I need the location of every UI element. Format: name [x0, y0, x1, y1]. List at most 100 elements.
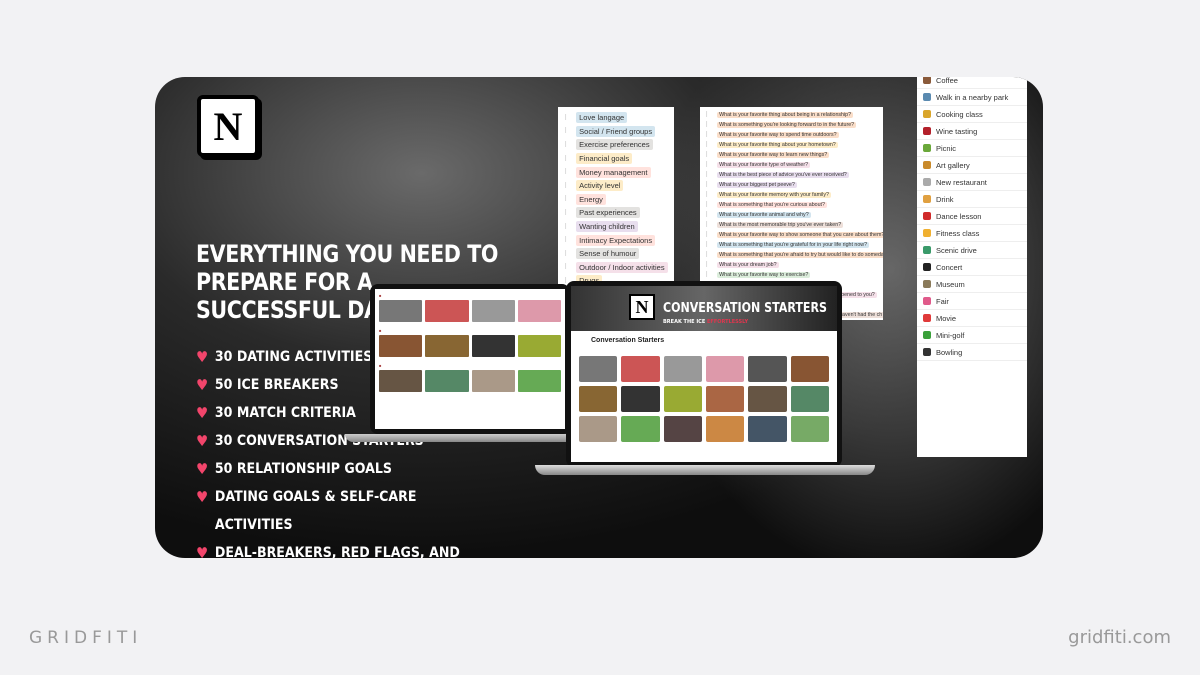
criteria-row[interactable]: ⠇ Wanting children: [564, 220, 668, 234]
criteria-row[interactable]: ⠇ Outdoor / Indoor activities: [564, 261, 668, 275]
question-row[interactable]: ⠇ What is something that you're grateful …: [705, 240, 878, 250]
drag-handle-icon[interactable]: ⠇: [705, 211, 710, 219]
drag-handle-icon[interactable]: ⠇: [705, 241, 710, 249]
drag-handle-icon[interactable]: ⠇: [564, 209, 569, 217]
question-row[interactable]: ⠇ What is your favorite animal and why?: [705, 210, 878, 220]
footer-url[interactable]: gridfiti.com: [1068, 627, 1171, 648]
card-thumbnail[interactable]: [471, 335, 515, 357]
activity-row[interactable]: Wine tasting: [917, 123, 1027, 140]
activity-row[interactable]: Scenic drive: [917, 242, 1027, 259]
drag-handle-icon[interactable]: ⠇: [705, 271, 710, 279]
drag-handle-icon[interactable]: ⠇: [705, 181, 710, 189]
drag-handle-icon[interactable]: ⠇: [705, 201, 710, 209]
question-row[interactable]: ⠇ What is something that you're curious a…: [705, 200, 878, 210]
drag-handle-icon[interactable]: ⠇: [564, 263, 569, 271]
card-thumbnail[interactable]: [621, 416, 660, 442]
card-thumbnail[interactable]: [579, 416, 618, 442]
activity-row[interactable]: Picnic: [917, 140, 1027, 157]
drag-handle-icon[interactable]: ⠇: [705, 171, 710, 179]
drag-handle-icon[interactable]: ⠇: [705, 161, 710, 169]
activity-row[interactable]: Movie: [917, 310, 1027, 327]
drag-handle-icon[interactable]: ⠇: [564, 182, 569, 190]
card-thumbnail[interactable]: [705, 356, 745, 382]
card-thumbnail[interactable]: [425, 335, 469, 357]
card-thumbnail[interactable]: [748, 386, 787, 412]
question-row[interactable]: ⠇ What is something that you're afraid to…: [705, 250, 883, 260]
question-row[interactable]: ⠇ What is your dream job?: [705, 260, 878, 270]
drag-handle-icon[interactable]: ⠇: [564, 250, 569, 258]
criteria-row[interactable]: ⠇ Past experiences: [564, 206, 668, 220]
card-thumbnail[interactable]: [517, 370, 561, 392]
drag-handle-icon[interactable]: ⠇: [564, 168, 569, 176]
question-row[interactable]: ⠇ What is your favorite memory with your …: [705, 190, 878, 200]
criteria-row[interactable]: ⠇ Sense of humour: [564, 247, 668, 261]
drag-handle-icon[interactable]: ⠇: [705, 141, 710, 149]
card-thumbnail[interactable]: [379, 370, 423, 392]
activity-row[interactable]: Cooking class: [917, 106, 1027, 123]
drag-handle-icon[interactable]: ⠇: [705, 111, 710, 119]
card-thumbnail[interactable]: [379, 300, 423, 322]
drag-handle-icon[interactable]: ⠇: [705, 261, 710, 269]
criteria-row[interactable]: ⠇ Love langage: [564, 111, 668, 125]
card-thumbnail[interactable]: [471, 370, 515, 392]
card-thumbnail[interactable]: [705, 386, 745, 412]
criteria-row[interactable]: ⠇ Intimacy Expectations: [564, 233, 668, 247]
question-row[interactable]: ⠇ What is the best piece of advice you've…: [705, 170, 878, 180]
card-thumbnail[interactable]: [379, 335, 423, 357]
question-row[interactable]: ⠇ What is your favorite thing about your …: [705, 140, 878, 150]
card-thumbnail[interactable]: [425, 370, 469, 392]
card-thumbnail[interactable]: [663, 386, 702, 412]
question-row[interactable]: ⠇ What is your favorite type of weather?: [705, 160, 878, 170]
activity-row[interactable]: Coffee: [917, 77, 1027, 89]
card-thumbnail[interactable]: [790, 416, 829, 442]
card-thumbnail[interactable]: [621, 386, 660, 412]
card-thumbnail[interactable]: [517, 335, 561, 357]
card-thumbnail[interactable]: [471, 300, 515, 322]
drag-handle-icon[interactable]: ⠇: [705, 231, 710, 239]
drag-handle-icon[interactable]: ⠇: [564, 236, 569, 244]
criteria-row[interactable]: ⠇ Social / Friend groups: [564, 125, 668, 139]
drag-handle-icon[interactable]: ⠇: [705, 251, 710, 259]
activity-row[interactable]: Drink: [917, 191, 1027, 208]
question-row[interactable]: ⠇ What is your favorite way to exercise?: [705, 270, 878, 280]
drag-handle-icon[interactable]: ⠇: [705, 121, 710, 129]
drag-handle-icon[interactable]: ⠇: [564, 155, 569, 163]
card-thumbnail[interactable]: [517, 300, 561, 322]
activity-row[interactable]: Mini-golf: [917, 327, 1027, 344]
card-thumbnail[interactable]: [705, 416, 745, 442]
drag-handle-icon[interactable]: ⠇: [705, 221, 710, 229]
card-thumbnail[interactable]: [748, 416, 787, 442]
activity-row[interactable]: New restaurant: [917, 174, 1027, 191]
drag-handle-icon[interactable]: ⠇: [564, 114, 569, 122]
criteria-row[interactable]: ⠇ Energy: [564, 193, 668, 207]
question-row[interactable]: ⠇ What is something you're looking forwar…: [705, 120, 878, 130]
question-row[interactable]: ⠇ What is your favorite way to learn new …: [705, 150, 878, 160]
question-row[interactable]: ⠇ What is your favorite way to spend time…: [705, 130, 878, 140]
criteria-row[interactable]: ⠇ Financial goals: [564, 152, 668, 166]
card-thumbnail[interactable]: [663, 356, 702, 382]
criteria-row[interactable]: ⠇ Exercise preferences: [564, 138, 668, 152]
card-thumbnail[interactable]: [790, 356, 829, 382]
card-thumbnail[interactable]: [748, 356, 787, 382]
criteria-row[interactable]: ⠇ Money management: [564, 165, 668, 179]
activity-row[interactable]: Art gallery: [917, 157, 1027, 174]
drag-handle-icon[interactable]: ⠇: [705, 151, 710, 159]
drag-handle-icon[interactable]: ⠇: [564, 141, 569, 149]
activity-row[interactable]: Museum: [917, 276, 1027, 293]
activity-row[interactable]: Fair: [917, 293, 1027, 310]
drag-handle-icon[interactable]: ⠇: [705, 131, 710, 139]
card-thumbnail[interactable]: [790, 386, 829, 412]
activity-row[interactable]: Concert: [917, 259, 1027, 276]
card-thumbnail[interactable]: [579, 356, 618, 382]
card-thumbnail[interactable]: [425, 300, 469, 322]
activity-row[interactable]: Walk in a nearby park: [917, 89, 1027, 106]
drag-handle-icon[interactable]: ⠇: [564, 195, 569, 203]
card-thumbnail[interactable]: [579, 386, 618, 412]
criteria-row[interactable]: ⠇ Activity level: [564, 179, 668, 193]
question-row[interactable]: ⠇ What is your favorite way to show someo…: [705, 230, 883, 240]
question-row[interactable]: ⠇ What is the most memorable trip you've …: [705, 220, 878, 230]
card-thumbnail[interactable]: [621, 356, 660, 382]
drag-handle-icon[interactable]: ⠇: [564, 223, 569, 231]
activity-row[interactable]: Fitness class: [917, 225, 1027, 242]
question-row[interactable]: ⠇ What is your favorite thing about being…: [705, 110, 878, 120]
